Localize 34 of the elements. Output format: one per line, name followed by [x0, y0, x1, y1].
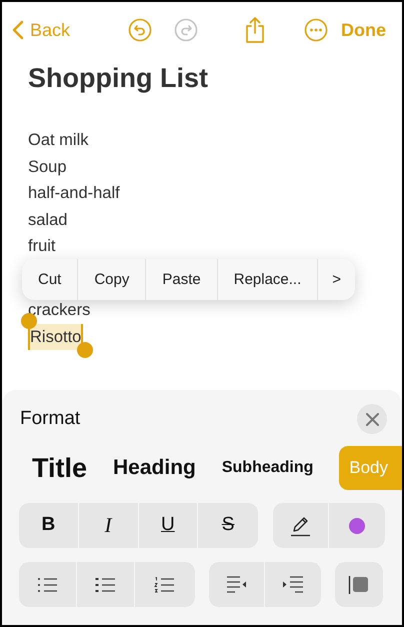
note-line: salad: [28, 210, 68, 231]
share-icon[interactable]: [244, 16, 266, 44]
panel-title: Format: [20, 406, 80, 431]
numbered-list-icon: [154, 576, 176, 592]
block-quote-icon: [348, 574, 370, 594]
bold-button[interactable]: B: [19, 503, 79, 548]
more-icon[interactable]: [304, 18, 328, 42]
menu-item[interactable]: Cut: [22, 259, 78, 300]
bulleted-list-icon: [94, 576, 116, 592]
note-line: Oat milk: [28, 130, 89, 152]
underline-button[interactable]: U: [138, 503, 198, 548]
outdent-icon: [226, 576, 248, 594]
menu-item[interactable]: Replace...: [218, 259, 318, 300]
note-line: half-and-half: [28, 183, 120, 204]
close-button[interactable]: [357, 404, 387, 434]
strikethrough-button[interactable]: S: [198, 503, 258, 548]
close-icon: [366, 412, 378, 426]
pencil-icon: [290, 514, 312, 536]
note-title: Shopping List: [28, 62, 209, 94]
menu-item[interactable]: Paste: [146, 259, 218, 300]
menu-item[interactable]: Copy: [78, 259, 146, 300]
selection-handle[interactable]: [77, 342, 94, 358]
chevron-left-icon: [12, 20, 24, 40]
style-option[interactable]: Subheading: [212, 446, 324, 490]
note-line: fruit: [28, 236, 56, 257]
undo-icon[interactable]: [128, 18, 152, 42]
indent-icon: [282, 576, 304, 594]
italic-button[interactable]: I: [78, 503, 138, 548]
more-button[interactable]: >: [318, 259, 356, 300]
note-line: Soup: [28, 156, 67, 178]
dotted-list-icon: [36, 576, 58, 592]
note-line: crackers: [28, 300, 90, 322]
style-option[interactable]: Title: [22, 446, 98, 490]
style-option[interactable]: Heading: [103, 446, 206, 490]
